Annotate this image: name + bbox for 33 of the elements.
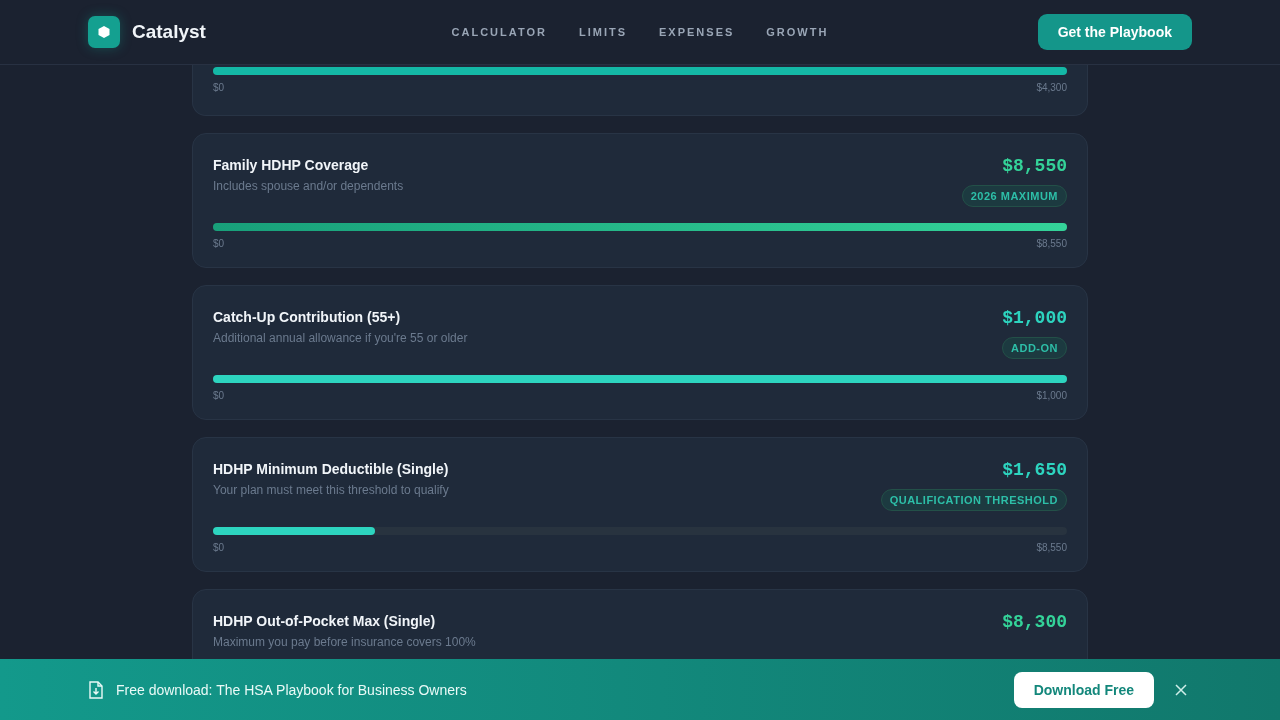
card-description: Your plan must meet this threshold to qualify: [213, 483, 449, 497]
scale-max-label: $4,300: [1036, 82, 1067, 93]
card-description: Additional annual allowance if you're 55 or older: [213, 331, 468, 345]
scale-max-label: $1,000: [1036, 390, 1067, 401]
scale-max-label: $8,550: [1036, 542, 1067, 553]
card-description: Includes spouse and/or dependents: [213, 179, 404, 193]
nav-link[interactable]: CALCULATOR: [451, 26, 547, 38]
nav-link[interactable]: EXPENSES: [659, 26, 735, 38]
scale-min-label: $0: [213, 390, 225, 401]
banner-text: Free download: The HSA Playbook for Business Owners: [116, 681, 467, 698]
nav-link[interactable]: LIMITS: [578, 26, 627, 38]
scale-min-label: $0: [213, 542, 225, 553]
file-download-icon: [88, 680, 104, 699]
scale-min-label: $0: [213, 82, 225, 93]
amount-value: $1,000: [1002, 308, 1067, 328]
card-description: Maximum you pay before insurance covers 100%: [213, 635, 476, 649]
nav-link[interactable]: GROWTH: [766, 26, 829, 38]
download-button[interactable]: Download Free: [1013, 671, 1154, 708]
scale-min-label: $0: [213, 238, 225, 249]
card-title: Catch-Up Contribution (55+): [213, 309, 402, 325]
amount-value: $1,650: [1002, 460, 1067, 480]
amount-value: $8,550: [1002, 156, 1067, 176]
brand-name[interactable]: Catalyst: [132, 21, 206, 43]
card-badge: 2026 MAXIMUM: [961, 185, 1067, 207]
card-badge: QUALIFICATION THRESHOLD: [880, 489, 1067, 511]
card-title: HDHP Out-of-Pocket Max (Single): [213, 613, 437, 629]
playbook-button[interactable]: Get the Playbook: [1037, 14, 1192, 50]
card-title: HDHP Minimum Deductible (Single): [213, 461, 449, 477]
card-title: Family HDHP Coverage: [213, 157, 370, 173]
logo-icon[interactable]: [88, 16, 120, 48]
amount-value: $8,300: [1002, 612, 1067, 632]
scale-max-label: $8,550: [1036, 238, 1067, 249]
card-badge: ADD-ON: [1002, 337, 1067, 359]
